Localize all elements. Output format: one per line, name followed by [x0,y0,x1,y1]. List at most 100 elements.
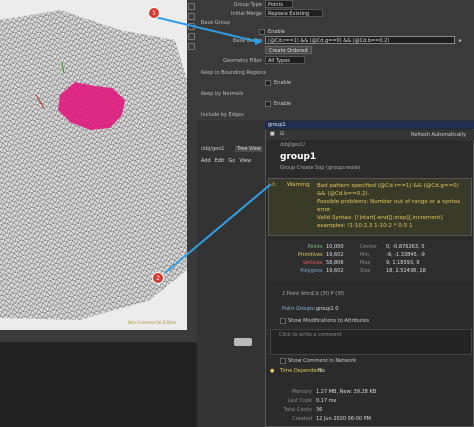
info-node-name: group1 [280,152,317,162]
last-cook-label: Last Cook [287,398,312,404]
info-node-desc: Group Create Sop (groupcreate) [280,165,361,171]
keep-bounding-checkbox[interactable] [265,80,271,86]
show-comment-checkbox[interactable] [280,358,286,364]
cook-values: 1.27 MB, New: 39.28 KB 0.17 ms 36 12 Jun… [316,388,376,424]
bounds-size-label: Size [360,268,371,274]
menu-add[interactable]: Add [201,158,211,164]
last-cook-value: 0.17 ms [316,398,337,404]
warning-label: Warning [287,182,310,188]
status-text: Non-Commercial Edition [128,320,177,325]
bounds-min-value: -9, -1.33845, -9 [386,252,425,258]
parameter-panel: Group Type Points Initial Merge Replace … [197,0,474,120]
stat-primitives-label: Primitives [298,252,323,258]
memory-label: Memory [291,389,312,395]
stat-polygons-value: 19,602 [326,268,344,274]
group-type-label: Group Type [233,2,262,8]
menu-go[interactable]: Go [228,158,235,164]
viewport-toolbar [187,0,197,330]
created-value: 12 Jun 2020 06:00 PM [316,416,371,422]
keep-bounding-header: Keep in Bounding Regions [201,70,267,76]
point-attrs: Cd (3f) P (3f) [312,291,345,297]
network-menubar: Add Edit Go View [201,158,251,164]
shelf-area [0,330,197,427]
keep-normals-enable-label: Enable [274,101,292,107]
warning-box: ⚠ Warning Bad pattern specified (@Cd.r==… [268,178,472,236]
info-node-type: group1 [268,122,286,128]
stat-points-label: Points [307,244,323,250]
info-title-bar: group1 [265,121,474,129]
tool-icon[interactable] [188,13,195,20]
network-pane[interactable] [197,120,267,427]
geometry-filter-select[interactable]: All Types [265,56,305,64]
annotation-badge-1: 1 [148,7,160,19]
bounds-center-value: 0, -0.876263, 0 [386,244,425,250]
time-dependent-icon: ● [270,368,275,374]
time-dependent-value: No [318,368,325,374]
lock-icon[interactable]: ⊟ [280,131,284,137]
show-comment-label: Show Comment in Network [288,358,357,364]
memory-value: 1.27 MB, New: 39.28 KB [316,389,377,395]
stats-grid: Points Primitives Vertices Polygons 10,0… [268,240,472,282]
point-groups-label: Point Groups: [282,306,316,312]
stat-labels: Points Primitives Vertices Polygons [298,243,323,275]
enable-label: Enable [268,29,286,35]
group-type-select[interactable]: Points [265,0,293,8]
bounds-labels: Center Min Max Size [360,243,377,275]
initial-merge-label: Initial Merge [230,11,262,17]
stat-polygons-label: Polygons [300,268,323,274]
menu-view[interactable]: View [239,158,251,164]
info-toolbar: ■ ⊟ Refresh Automatically [266,130,474,140]
warning-detail: Possible problems: Number out of range o… [317,199,461,213]
stat-values: 10,000 19,602 58,806 19,602 [326,243,344,275]
terrain-mesh [0,10,187,320]
bounds-center-label: Center [360,244,377,250]
initial-merge-select[interactable]: Replace Existing [265,9,323,17]
timeline-bar[interactable] [0,330,197,342]
network-path: /obj/geo1 [201,146,225,152]
geometry-filter-label: Geometry Filter [223,58,262,64]
group-node[interactable] [234,338,252,346]
menu-edit[interactable]: Edit [215,158,225,164]
arrow-select-icon[interactable]: ▸ [459,37,462,44]
bounds-values: 0, -0.876263, 0 -9, -1.33845, -9 9, 1.18… [386,243,426,275]
valid-syntax: Valid Syntax: [!]start[-end][:step][,inc… [317,215,443,221]
annotation-badge-2: 2 [152,272,164,284]
arrow-head-1-icon: ▶ [255,36,263,47]
total-cooks-value: 36 [316,407,323,413]
keep-normals-header: Keep by Normals [201,91,244,97]
stat-points-value: 10,000 [326,244,344,250]
bounds-max-value: 9, 1.18593, 9 [386,260,420,266]
stat-primitives-value: 19,602 [326,252,344,258]
base-group-field[interactable]: (@Cd.r==1) && (@Cd.g==0) && (@Cd.b==0.2) [265,36,455,44]
warning-icon: ⚠ [271,181,277,188]
time-dependent-label: Time Dependent [280,368,322,374]
warning-text: Bad pattern specified (@Cd.r==1) && (@Cd… [317,182,469,230]
tool-icon[interactable] [188,33,195,40]
base-group-header: Base Group [201,20,230,26]
keep-bounding-enable-label: Enable [274,80,292,86]
bounds-min-label: Min [360,252,369,258]
comment-field[interactable]: Click to write a comment [270,329,472,355]
created-label: Created [292,416,312,422]
keep-normals-checkbox[interactable] [265,101,271,107]
show-mod-checkbox[interactable] [280,318,286,324]
pin-icon[interactable]: ■ [270,131,275,137]
point-groups-value: group1 0 [316,306,339,312]
stat-vertices-value: 58,806 [326,260,344,266]
warning-message: Bad pattern specified (@Cd.r==1) && (@Cd… [317,183,459,197]
comment-placeholder: Click to write a comment [279,332,342,338]
create-ordered-button[interactable]: Create Ordered [265,46,312,54]
point-attrs-label: 2 Point Attrs [282,291,313,297]
include-edges-header: Include by Edges [201,112,244,118]
enable-checkbox[interactable] [259,29,265,35]
viewport[interactable]: Non-Commercial Edition [0,0,196,330]
tool-icon[interactable] [188,43,195,50]
bounds-max-label: Max [360,260,371,266]
tool-icon[interactable] [188,3,195,10]
refresh-label[interactable]: Refresh Automatically [411,132,466,138]
tab-tree-view[interactable]: Tree View [235,146,263,152]
syntax-examples: examples: !1-10:2,3 1-10:2 * 0-5 1 [317,223,413,229]
stat-vertices-label: Vertices [302,260,323,266]
total-cooks-label: Total Cooks [283,407,312,413]
bounds-size-value: 18, 2.52438, 18 [386,268,426,274]
